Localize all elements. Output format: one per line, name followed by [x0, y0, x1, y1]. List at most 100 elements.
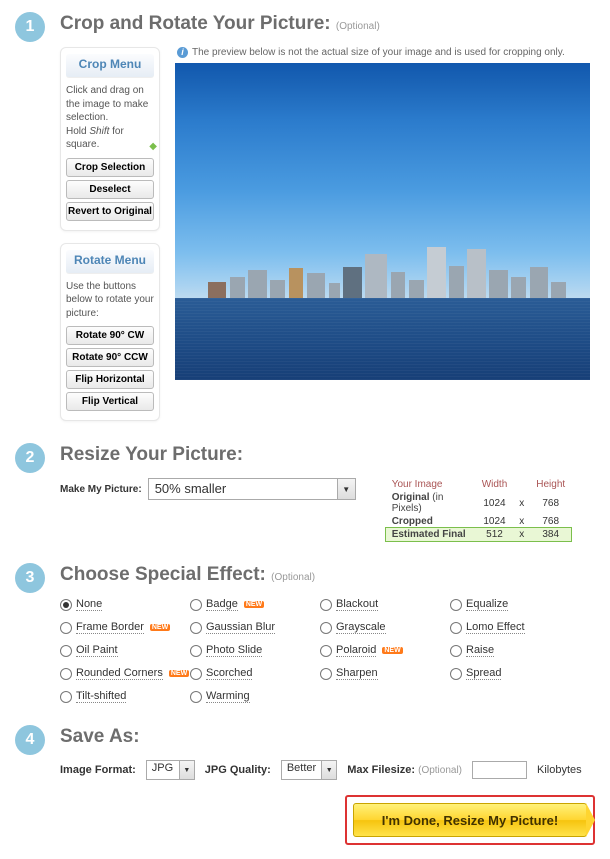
effects-grid: None Badge NEW Blackout Equalize Frame Border… — [60, 598, 595, 703]
section-title-4: Save As: — [60, 726, 595, 748]
effect-option[interactable]: Raise — [450, 644, 580, 657]
dims-head-width: Width — [476, 478, 514, 491]
new-badge: NEW — [150, 624, 170, 631]
effect-option[interactable]: Gaussian Blur — [190, 621, 320, 634]
kilobytes-label: Kilobytes — [537, 764, 582, 776]
effect-option[interactable]: Oil Paint — [60, 644, 190, 657]
rotate-menu-title[interactable]: Rotate Menu — [66, 250, 154, 274]
effect-label: Equalize — [466, 598, 508, 611]
radio-icon — [320, 668, 332, 680]
deselect-button[interactable]: Deselect — [66, 180, 154, 199]
effect-option[interactable]: Photo Slide — [190, 644, 320, 657]
effect-option[interactable]: Frame Border NEW — [60, 621, 190, 634]
jpg-quality-select[interactable]: Better ▼ — [281, 760, 337, 780]
info-icon: i — [177, 47, 188, 58]
step-badge-2: 2 — [15, 443, 45, 473]
rotate-cw-button[interactable]: Rotate 90° CW — [66, 326, 154, 345]
step-badge-1: 1 — [15, 12, 45, 42]
flip-vertical-button[interactable]: Flip Vertical — [66, 392, 154, 411]
radio-icon — [190, 645, 202, 657]
dimensions-table: Your Image Width Height Original (in Pix… — [386, 478, 571, 541]
effect-option[interactable]: Rounded CornersNEW — [60, 667, 190, 680]
preview-info: iThe preview below is not the actual siz… — [177, 47, 595, 58]
effect-option[interactable]: Warming — [190, 690, 320, 703]
effect-option[interactable]: Lomo Effect — [450, 621, 580, 634]
effect-option[interactable]: Scorched — [190, 667, 320, 680]
radio-icon — [60, 691, 72, 703]
effect-option[interactable]: None — [60, 598, 190, 611]
effect-label: Gaussian Blur — [206, 621, 275, 634]
make-my-picture-label: Make My Picture: — [60, 484, 142, 495]
effect-option[interactable]: Badge NEW — [190, 598, 320, 611]
new-badge: NEW — [382, 647, 402, 654]
max-filesize-label: Max Filesize: — [347, 764, 415, 776]
crop-selection-button[interactable]: Crop Selection — [66, 158, 154, 177]
section-title-3: Choose Special Effect: (Optional) — [60, 564, 595, 586]
resize-select[interactable]: 50% smaller ▼ — [148, 478, 356, 500]
dims-head-height: Height — [530, 478, 571, 491]
effect-label: Sharpen — [336, 667, 378, 680]
effect-label: Spread — [466, 667, 501, 680]
radio-icon — [60, 668, 72, 680]
section-effects: 3 Choose Special Effect: (Optional) None… — [15, 561, 595, 703]
revert-original-button[interactable]: Revert to Original — [66, 202, 154, 221]
effect-label: Frame Border — [76, 621, 144, 634]
image-preview[interactable] — [175, 63, 590, 380]
table-row-final: Estimated Final 512x384 — [386, 528, 571, 541]
table-row: Original (in Pixels) 1024x768 — [386, 491, 571, 515]
section-resize: 2 Resize Your Picture: Make My Picture: … — [15, 441, 595, 541]
section-crop-rotate: 1 Crop and Rotate Your Picture: (Optiona… — [15, 10, 595, 421]
radio-icon — [450, 599, 462, 611]
effect-label: Blackout — [336, 598, 378, 611]
chevron-down-icon[interactable]: ▼ — [180, 760, 195, 780]
effect-option[interactable]: Blackout — [320, 598, 450, 611]
done-resize-button[interactable]: I'm Done, Resize My Picture! — [353, 803, 587, 837]
effect-option[interactable]: Sharpen — [320, 667, 450, 680]
crop-menu-title[interactable]: Crop Menu — [66, 54, 154, 78]
radio-icon — [320, 599, 332, 611]
flip-horizontal-button[interactable]: Flip Horizontal — [66, 370, 154, 389]
radio-icon — [190, 599, 202, 611]
step-badge-3: 3 — [15, 563, 45, 593]
effect-label: Grayscale — [336, 621, 386, 634]
section-title-1-text: Crop and Rotate Your Picture: — [60, 13, 331, 34]
crop-menu-desc: Click and drag on the image to make sele… — [66, 84, 154, 152]
chevron-down-icon[interactable]: ▼ — [338, 478, 356, 500]
effect-label: Raise — [466, 644, 494, 657]
new-badge: NEW — [244, 601, 264, 608]
radio-icon — [60, 599, 72, 611]
rotate-ccw-button[interactable]: Rotate 90° CCW — [66, 348, 154, 367]
jpg-quality-label: JPG Quality: — [205, 764, 271, 776]
max-filesize-input[interactable] — [472, 761, 527, 779]
radio-icon — [450, 622, 462, 634]
optional-tag-1: (Optional) — [336, 21, 380, 32]
radio-icon — [60, 622, 72, 634]
rotate-menu-panel: Rotate Menu Use the buttons below to rot… — [60, 243, 160, 422]
effect-label: Oil Paint — [76, 644, 118, 657]
resize-select-value: 50% smaller — [148, 478, 338, 500]
effect-label: Warming — [206, 690, 250, 703]
radio-icon — [320, 645, 332, 657]
effect-label: None — [76, 598, 102, 611]
dims-head-your: Your Image — [386, 478, 476, 491]
radio-icon — [450, 668, 462, 680]
optional-tag-3: (Optional) — [271, 572, 315, 583]
rotate-menu-desc: Use the buttons below to rotate your pic… — [66, 280, 154, 321]
effect-label: Photo Slide — [206, 644, 262, 657]
effect-label: Polaroid — [336, 644, 376, 657]
effect-option[interactable]: Spread — [450, 667, 580, 680]
radio-icon — [190, 691, 202, 703]
step-badge-4: 4 — [15, 725, 45, 755]
effect-option[interactable]: Tilt-shifted — [60, 690, 190, 703]
effect-option[interactable]: Equalize — [450, 598, 580, 611]
section-title-1: Crop and Rotate Your Picture: (Optional) — [60, 13, 595, 35]
radio-icon — [60, 645, 72, 657]
effect-label: Badge — [206, 598, 238, 611]
chevron-down-icon[interactable]: ▼ — [322, 760, 337, 780]
table-row: Cropped 1024x768 — [386, 515, 571, 528]
done-highlight-box: I'm Done, Resize My Picture! — [345, 795, 595, 845]
image-format-label: Image Format: — [60, 764, 136, 776]
effect-option[interactable]: Polaroid NEW — [320, 644, 450, 657]
effect-option[interactable]: Grayscale — [320, 621, 450, 634]
image-format-select[interactable]: JPG ▼ — [146, 760, 195, 780]
